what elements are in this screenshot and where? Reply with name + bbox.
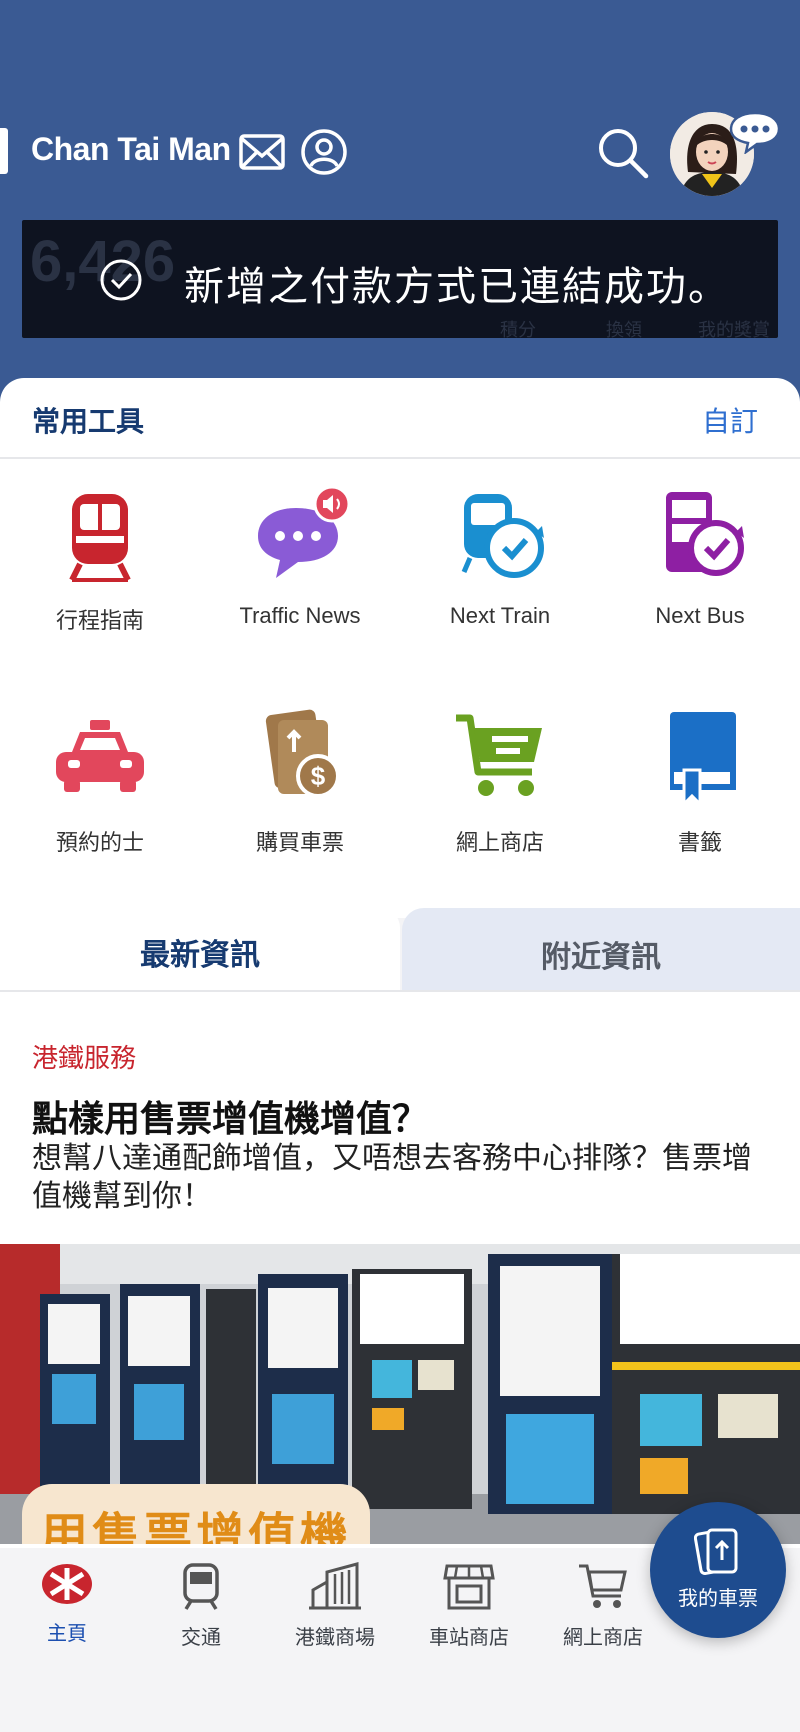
news-title: 點樣用售票增值機增值？	[32, 1098, 429, 1139]
user-name[interactable]: Chan Tai Man	[31, 131, 231, 168]
tool-label: Next Train	[449, 603, 551, 628]
profile-icon[interactable]	[300, 128, 348, 176]
svg-text:$: $	[311, 761, 326, 791]
nav-label: 港鐵商場	[295, 1627, 375, 1649]
tab-label: 最新資訊	[140, 939, 260, 972]
tab-label: 附近資訊	[541, 941, 661, 974]
storefront-icon	[443, 1564, 495, 1610]
speech-bubble-icon	[258, 485, 351, 578]
mail-icon[interactable]	[238, 132, 286, 172]
tool-traffic-news[interactable]: Traffic News	[200, 485, 400, 629]
ticket-dollar-icon: $	[265, 709, 340, 798]
tab-latest-news[interactable]: 最新資訊	[0, 906, 400, 992]
tool-next-bus[interactable]: Next Bus	[600, 486, 800, 629]
redeem-label: 換領	[606, 320, 642, 338]
tool-book-taxi[interactable]: 預約的士	[0, 708, 200, 857]
toast-message: 新增之付款方式已連結成功。	[184, 265, 730, 309]
customize-button[interactable]: 自訂	[702, 400, 758, 440]
mtr-logo-icon	[42, 1564, 92, 1604]
common-tools-card: 常用工具 自訂 行程指南 Traffic News Next Train Nex…	[0, 378, 800, 918]
check-circle-icon	[100, 259, 142, 301]
tool-label: Traffic News	[239, 603, 361, 628]
my-tickets-button[interactable]: 我的車票	[650, 1502, 786, 1638]
shopping-cart-icon	[456, 714, 542, 796]
tool-label: 行程指南	[55, 608, 144, 633]
tool-buy-ticket[interactable]: $ 購買車票	[200, 708, 400, 857]
tool-online-shop[interactable]: 網上商店	[400, 708, 600, 857]
image-caption: 用售票增值機	[22, 1484, 371, 1544]
tool-journey-planner[interactable]: 行程指南	[0, 486, 200, 635]
tickets-icon	[694, 1528, 738, 1575]
points-label: 積分	[500, 320, 536, 338]
tool-next-train[interactable]: Next Train	[400, 486, 600, 629]
nav-label: 主頁	[47, 1623, 87, 1645]
bookmark-book-icon	[670, 712, 736, 808]
nav-station-shops[interactable]: 車站商店	[404, 1562, 534, 1650]
chat-bubble-icon[interactable]	[728, 110, 782, 154]
tool-bookmark[interactable]: 書籤	[600, 708, 800, 857]
news-image: 用售票增值機	[0, 1244, 800, 1544]
cart-icon	[579, 1564, 627, 1608]
news-tabs: 最新資訊 附近資訊	[0, 906, 800, 992]
divider	[0, 457, 800, 459]
header-accent-bar	[0, 128, 8, 174]
news-category: 港鐵服務	[32, 1043, 137, 1073]
tool-label: 書籤	[677, 830, 722, 855]
news-article[interactable]: 港鐵服務 點樣用售票增值機增值？ 想幫八達通配飾增值，又唔想去客務中心排隊？售票…	[0, 990, 800, 1552]
success-toast: 6,426 積分 換領 我的獎賞 新增之付款方式已連結成功。	[22, 220, 778, 338]
nav-mtr-malls[interactable]: 港鐵商場	[270, 1562, 400, 1650]
news-description: 想幫八達通配飾增值，又唔想去客務中心排隊？售票增值機幫到你！	[32, 1142, 752, 1213]
train-icon	[69, 494, 131, 582]
train-clock-icon	[461, 494, 544, 578]
tab-nearby-news[interactable]: 附近資訊	[402, 908, 800, 992]
nav-label: 交通	[181, 1627, 221, 1649]
nav-label: 網上商店	[563, 1627, 643, 1649]
tool-label: 網上商店	[455, 830, 544, 855]
nav-label: 車站商店	[429, 1627, 509, 1649]
fab-label: 我的車票	[678, 1588, 758, 1610]
tools-title: 常用工具	[32, 406, 145, 437]
train-front-icon	[183, 1563, 219, 1610]
bus-clock-icon	[666, 492, 744, 576]
rewards-label: 我的獎賞	[698, 320, 770, 338]
nav-home[interactable]: 主頁	[2, 1562, 132, 1646]
nav-online-shop[interactable]: 網上商店	[538, 1562, 668, 1650]
tool-label: 購買車票	[255, 830, 344, 855]
search-icon[interactable]	[596, 126, 650, 180]
tool-label: 預約的士	[55, 830, 144, 855]
nav-transport[interactable]: 交通	[136, 1562, 266, 1650]
taxi-icon	[56, 720, 144, 792]
tool-label: Next Bus	[655, 603, 745, 628]
buildings-icon	[309, 1562, 361, 1610]
app-header: Chan Tai Man 6,426 積分 換領 我的獎賞 新增之付款方式已連結…	[0, 0, 800, 420]
